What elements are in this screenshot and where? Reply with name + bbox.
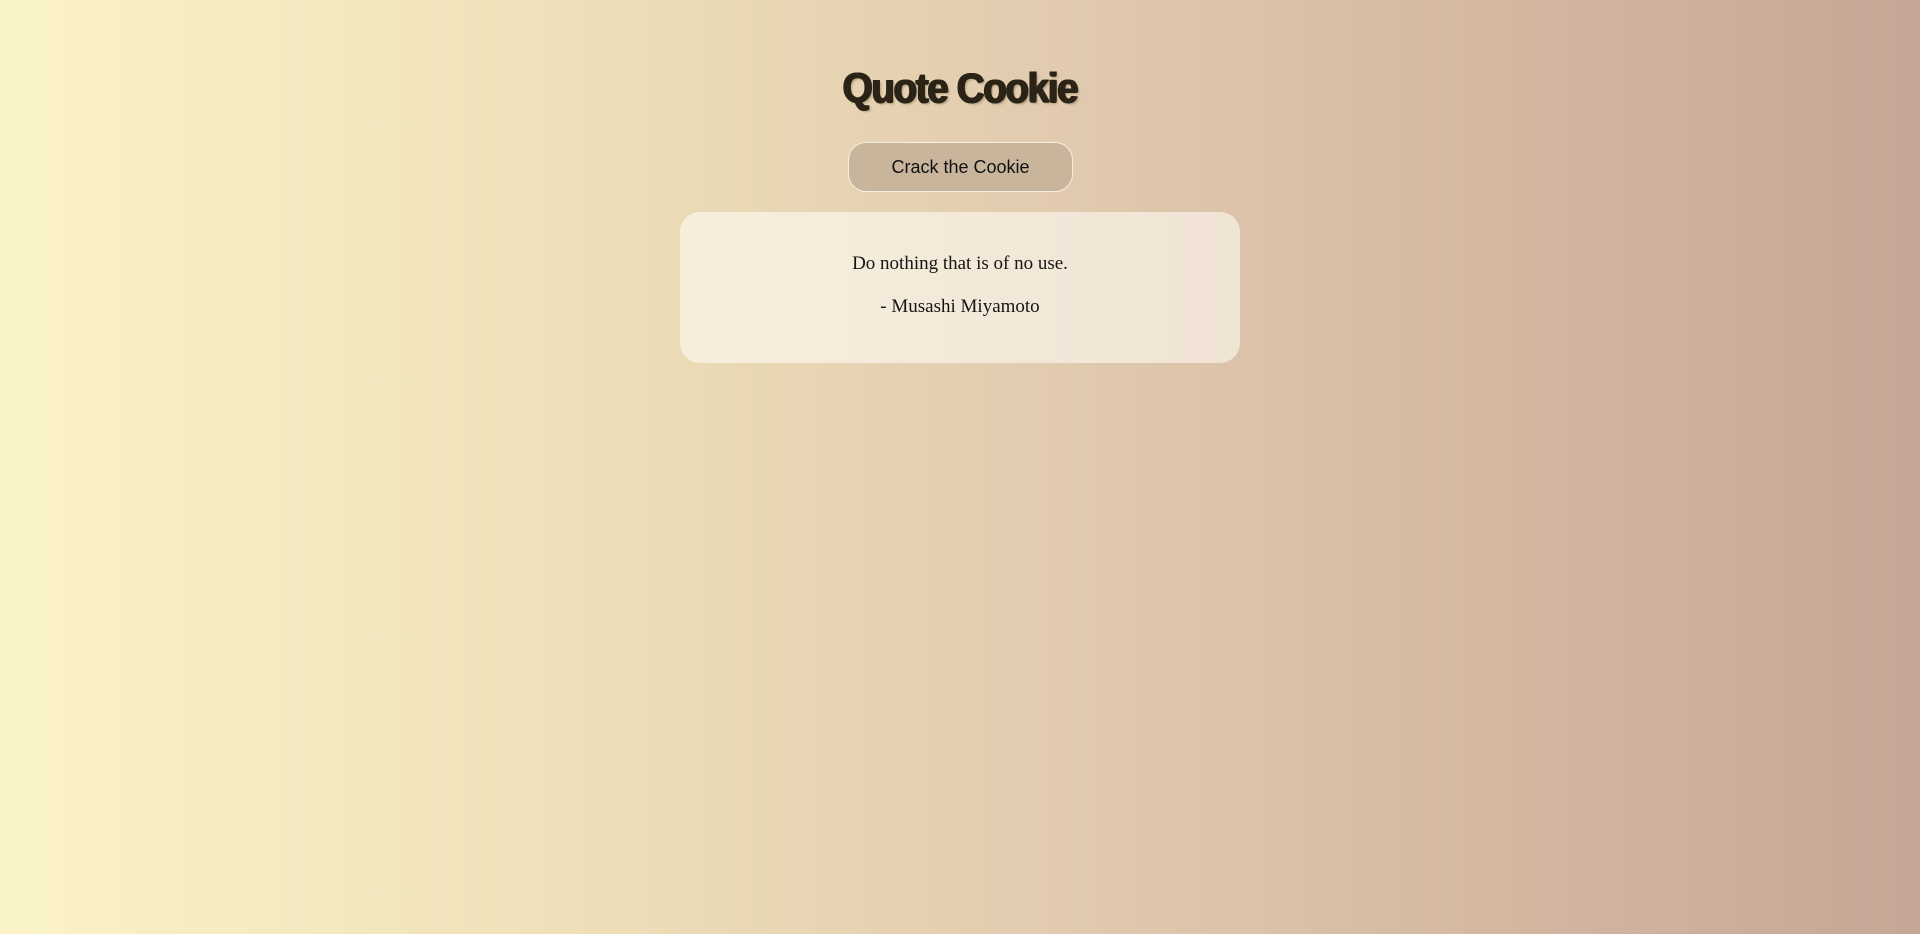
quote-text: Do nothing that is of no use.	[852, 253, 1068, 274]
page-title: Quote Cookie	[842, 64, 1079, 111]
quote-author: - Musashi Miyamoto	[880, 296, 1040, 317]
quote-card: Do nothing that is of no use. - Musashi …	[680, 212, 1240, 363]
crack-cookie-button[interactable]: Crack the Cookie	[848, 142, 1073, 192]
